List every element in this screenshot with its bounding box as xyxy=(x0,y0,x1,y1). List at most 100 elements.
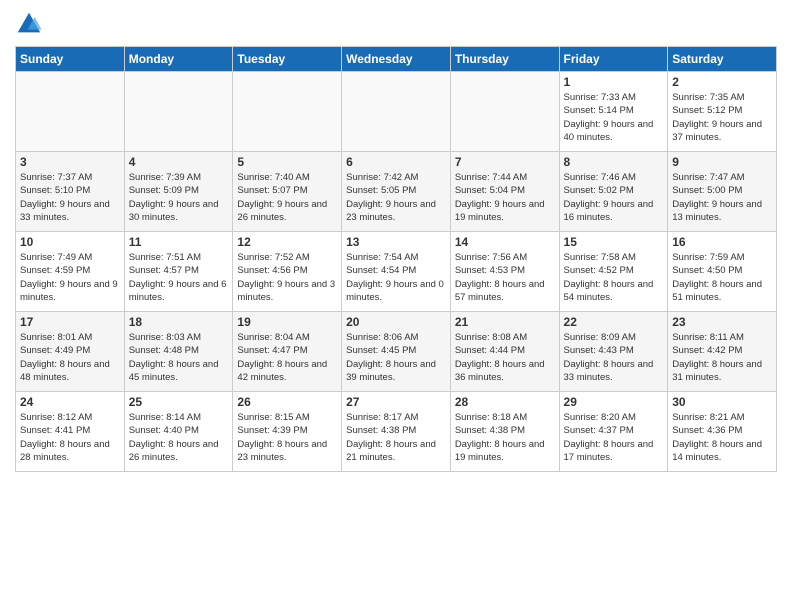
day-cell: 21Sunrise: 8:08 AM Sunset: 4:44 PM Dayli… xyxy=(450,312,559,392)
day-number: 30 xyxy=(672,395,772,409)
day-info: Sunrise: 7:46 AM Sunset: 5:02 PM Dayligh… xyxy=(564,171,664,224)
day-cell: 25Sunrise: 8:14 AM Sunset: 4:40 PM Dayli… xyxy=(124,392,233,472)
week-row-5: 24Sunrise: 8:12 AM Sunset: 4:41 PM Dayli… xyxy=(16,392,777,472)
header-row: SundayMondayTuesdayWednesdayThursdayFrid… xyxy=(16,47,777,72)
day-info: Sunrise: 8:18 AM Sunset: 4:38 PM Dayligh… xyxy=(455,411,555,464)
day-number: 28 xyxy=(455,395,555,409)
day-number: 7 xyxy=(455,155,555,169)
day-cell xyxy=(124,72,233,152)
day-number: 9 xyxy=(672,155,772,169)
day-info: Sunrise: 8:12 AM Sunset: 4:41 PM Dayligh… xyxy=(20,411,120,464)
day-cell: 29 Sunrise: 8:20 AM Sunset: 4:37 PM Dayli… xyxy=(559,392,668,472)
day-info: Sunrise: 8:06 AM Sunset: 4:45 PM Dayligh… xyxy=(346,331,446,384)
day-info: Sunrise: 8:20 AM Sunset: 4:37 PM Dayligh… xyxy=(564,411,664,464)
day-number: 2 xyxy=(672,75,772,89)
logo xyxy=(15,10,47,38)
day-cell: 9 Sunrise: 7:47 AM Sunset: 5:00 PM Daylig… xyxy=(668,152,777,232)
header xyxy=(15,10,777,38)
day-number: 25 xyxy=(129,395,229,409)
week-row-2: 3 Sunrise: 7:37 AM Sunset: 5:10 PM Daylig… xyxy=(16,152,777,232)
day-cell xyxy=(16,72,125,152)
logo-icon xyxy=(15,10,43,38)
week-row-1: 1Sunrise: 7:33 AM Sunset: 5:14 PM Daylig… xyxy=(16,72,777,152)
day-number: 15 xyxy=(564,235,664,249)
day-cell: 20Sunrise: 8:06 AM Sunset: 4:45 PM Dayli… xyxy=(342,312,451,392)
day-number: 22 xyxy=(564,315,664,329)
day-number: 6 xyxy=(346,155,446,169)
day-info: Sunrise: 8:08 AM Sunset: 4:44 PM Dayligh… xyxy=(455,331,555,384)
day-number: 18 xyxy=(129,315,229,329)
day-cell: 19 Sunrise: 8:04 AM Sunset: 4:47 PM Dayli… xyxy=(233,312,342,392)
day-number: 8 xyxy=(564,155,664,169)
day-cell: 27 Sunrise: 8:17 AM Sunset: 4:38 PM Dayli… xyxy=(342,392,451,472)
day-info: Sunrise: 8:17 AM Sunset: 4:38 PM Dayligh… xyxy=(346,411,446,464)
day-info: Sunrise: 7:54 AM Sunset: 4:54 PM Dayligh… xyxy=(346,251,446,304)
header-cell-sunday: Sunday xyxy=(16,47,125,72)
day-info: Sunrise: 7:39 AM Sunset: 5:09 PM Dayligh… xyxy=(129,171,229,224)
day-number: 4 xyxy=(129,155,229,169)
day-cell: 24Sunrise: 8:12 AM Sunset: 4:41 PM Dayli… xyxy=(16,392,125,472)
header-cell-saturday: Saturday xyxy=(668,47,777,72)
header-cell-friday: Friday xyxy=(559,47,668,72)
day-number: 11 xyxy=(129,235,229,249)
day-cell: 18 Sunrise: 8:03 AM Sunset: 4:48 PM Dayli… xyxy=(124,312,233,392)
day-info: Sunrise: 8:01 AM Sunset: 4:49 PM Dayligh… xyxy=(20,331,120,384)
day-number: 3 xyxy=(20,155,120,169)
day-info: Sunrise: 8:21 AM Sunset: 4:36 PM Dayligh… xyxy=(672,411,772,464)
week-row-4: 17 Sunrise: 8:01 AM Sunset: 4:49 PM Dayli… xyxy=(16,312,777,392)
day-cell: 28 Sunrise: 8:18 AM Sunset: 4:38 PM Dayli… xyxy=(450,392,559,472)
day-cell: 30 Sunrise: 8:21 AM Sunset: 4:36 PM Dayli… xyxy=(668,392,777,472)
day-cell: 13Sunrise: 7:54 AM Sunset: 4:54 PM Dayli… xyxy=(342,232,451,312)
day-info: Sunrise: 7:35 AM Sunset: 5:12 PM Dayligh… xyxy=(672,91,772,144)
day-number: 23 xyxy=(672,315,772,329)
day-cell: 3 Sunrise: 7:37 AM Sunset: 5:10 PM Daylig… xyxy=(16,152,125,232)
day-cell: 2 Sunrise: 7:35 AM Sunset: 5:12 PM Daylig… xyxy=(668,72,777,152)
day-info: Sunrise: 8:11 AM Sunset: 4:42 PM Dayligh… xyxy=(672,331,772,384)
day-number: 29 xyxy=(564,395,664,409)
day-cell: 5 Sunrise: 7:40 AM Sunset: 5:07 PM Daylig… xyxy=(233,152,342,232)
day-cell: 7 Sunrise: 7:44 AM Sunset: 5:04 PM Daylig… xyxy=(450,152,559,232)
day-info: Sunrise: 8:03 AM Sunset: 4:48 PM Dayligh… xyxy=(129,331,229,384)
day-cell: 15 Sunrise: 7:58 AM Sunset: 4:52 PM Dayli… xyxy=(559,232,668,312)
day-info: Sunrise: 7:40 AM Sunset: 5:07 PM Dayligh… xyxy=(237,171,337,224)
day-number: 10 xyxy=(20,235,120,249)
day-cell: 23 Sunrise: 8:11 AM Sunset: 4:42 PM Dayli… xyxy=(668,312,777,392)
day-info: Sunrise: 8:09 AM Sunset: 4:43 PM Dayligh… xyxy=(564,331,664,384)
day-info: Sunrise: 7:37 AM Sunset: 5:10 PM Dayligh… xyxy=(20,171,120,224)
header-cell-wednesday: Wednesday xyxy=(342,47,451,72)
day-cell: 17 Sunrise: 8:01 AM Sunset: 4:49 PM Dayli… xyxy=(16,312,125,392)
day-number: 19 xyxy=(237,315,337,329)
day-info: Sunrise: 7:44 AM Sunset: 5:04 PM Dayligh… xyxy=(455,171,555,224)
day-info: Sunrise: 7:47 AM Sunset: 5:00 PM Dayligh… xyxy=(672,171,772,224)
day-cell: 8 Sunrise: 7:46 AM Sunset: 5:02 PM Daylig… xyxy=(559,152,668,232)
day-info: Sunrise: 7:59 AM Sunset: 4:50 PM Dayligh… xyxy=(672,251,772,304)
day-number: 26 xyxy=(237,395,337,409)
calendar-table: SundayMondayTuesdayWednesdayThursdayFrid… xyxy=(15,46,777,472)
day-number: 14 xyxy=(455,235,555,249)
day-cell: 10 Sunrise: 7:49 AM Sunset: 4:59 PM Dayli… xyxy=(16,232,125,312)
day-number: 16 xyxy=(672,235,772,249)
day-info: Sunrise: 7:51 AM Sunset: 4:57 PM Dayligh… xyxy=(129,251,229,304)
day-cell: 1Sunrise: 7:33 AM Sunset: 5:14 PM Daylig… xyxy=(559,72,668,152)
day-info: Sunrise: 7:56 AM Sunset: 4:53 PM Dayligh… xyxy=(455,251,555,304)
day-cell xyxy=(450,72,559,152)
day-cell: 14 Sunrise: 7:56 AM Sunset: 4:53 PM Dayli… xyxy=(450,232,559,312)
day-cell: 22 Sunrise: 8:09 AM Sunset: 4:43 PM Dayli… xyxy=(559,312,668,392)
day-cell: 16 Sunrise: 7:59 AM Sunset: 4:50 PM Dayli… xyxy=(668,232,777,312)
day-cell: 12Sunrise: 7:52 AM Sunset: 4:56 PM Dayli… xyxy=(233,232,342,312)
week-row-3: 10 Sunrise: 7:49 AM Sunset: 4:59 PM Dayli… xyxy=(16,232,777,312)
day-info: Sunrise: 7:49 AM Sunset: 4:59 PM Dayligh… xyxy=(20,251,120,304)
day-info: Sunrise: 7:52 AM Sunset: 4:56 PM Dayligh… xyxy=(237,251,337,304)
day-number: 1 xyxy=(564,75,664,89)
day-info: Sunrise: 8:15 AM Sunset: 4:39 PM Dayligh… xyxy=(237,411,337,464)
day-number: 17 xyxy=(20,315,120,329)
header-cell-tuesday: Tuesday xyxy=(233,47,342,72)
day-number: 27 xyxy=(346,395,446,409)
day-info: Sunrise: 7:58 AM Sunset: 4:52 PM Dayligh… xyxy=(564,251,664,304)
day-number: 5 xyxy=(237,155,337,169)
header-cell-monday: Monday xyxy=(124,47,233,72)
day-info: Sunrise: 7:42 AM Sunset: 5:05 PM Dayligh… xyxy=(346,171,446,224)
day-cell: 6 Sunrise: 7:42 AM Sunset: 5:05 PM Daylig… xyxy=(342,152,451,232)
day-info: Sunrise: 8:04 AM Sunset: 4:47 PM Dayligh… xyxy=(237,331,337,384)
day-cell xyxy=(342,72,451,152)
